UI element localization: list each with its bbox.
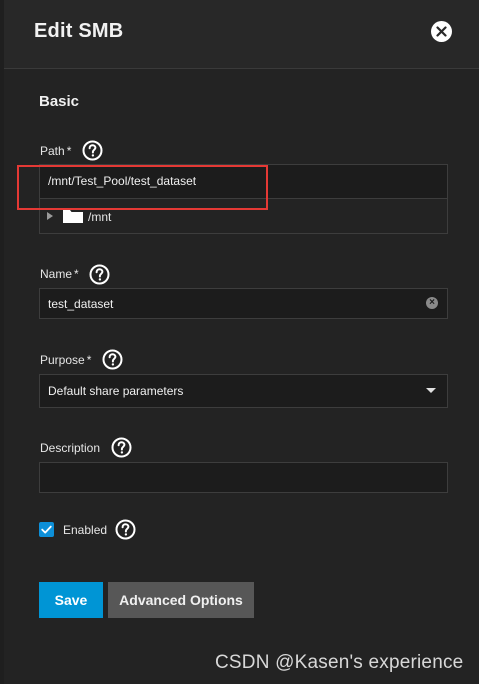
dialog-title: Edit SMB	[34, 20, 124, 42]
dialog-header: Edit SMB	[4, 0, 479, 69]
check-icon	[41, 525, 52, 534]
purpose-help-icon[interactable]	[102, 349, 123, 370]
annotation-highlight-box	[17, 165, 268, 210]
name-input-value: test_dataset	[48, 297, 114, 311]
name-input[interactable]: test_dataset ×	[39, 288, 448, 319]
watermark-text: CSDN @Kasen's experience	[215, 652, 464, 673]
advanced-options-button[interactable]: Advanced Options	[108, 582, 254, 618]
name-help-icon[interactable]	[89, 264, 110, 285]
close-button[interactable]	[431, 21, 452, 42]
purpose-select[interactable]: Default share parameters	[39, 374, 448, 408]
expand-arrow-icon[interactable]	[47, 212, 53, 220]
close-icon	[436, 26, 447, 37]
clear-icon[interactable]: ×	[426, 297, 438, 309]
folder-icon	[63, 210, 83, 223]
name-label: Name *	[40, 267, 79, 281]
description-label: Description	[40, 441, 101, 455]
purpose-select-value: Default share parameters	[48, 384, 184, 398]
chevron-down-icon[interactable]	[426, 388, 436, 393]
edit-smb-panel: Edit SMB Basic Path * /mnt/Test_Pool/test…	[4, 0, 479, 684]
path-label: Path *	[40, 144, 72, 158]
enabled-help-icon[interactable]	[115, 519, 136, 540]
save-button[interactable]: Save	[39, 582, 103, 618]
section-title: Basic	[39, 93, 80, 110]
path-help-icon[interactable]	[82, 140, 103, 161]
description-help-icon[interactable]	[111, 437, 132, 458]
enabled-checkbox[interactable]	[39, 522, 54, 537]
purpose-label: Purpose *	[40, 353, 92, 367]
tree-node-label: /mnt	[88, 210, 112, 224]
description-input[interactable]	[39, 462, 448, 493]
enabled-label: Enabled	[63, 523, 108, 537]
